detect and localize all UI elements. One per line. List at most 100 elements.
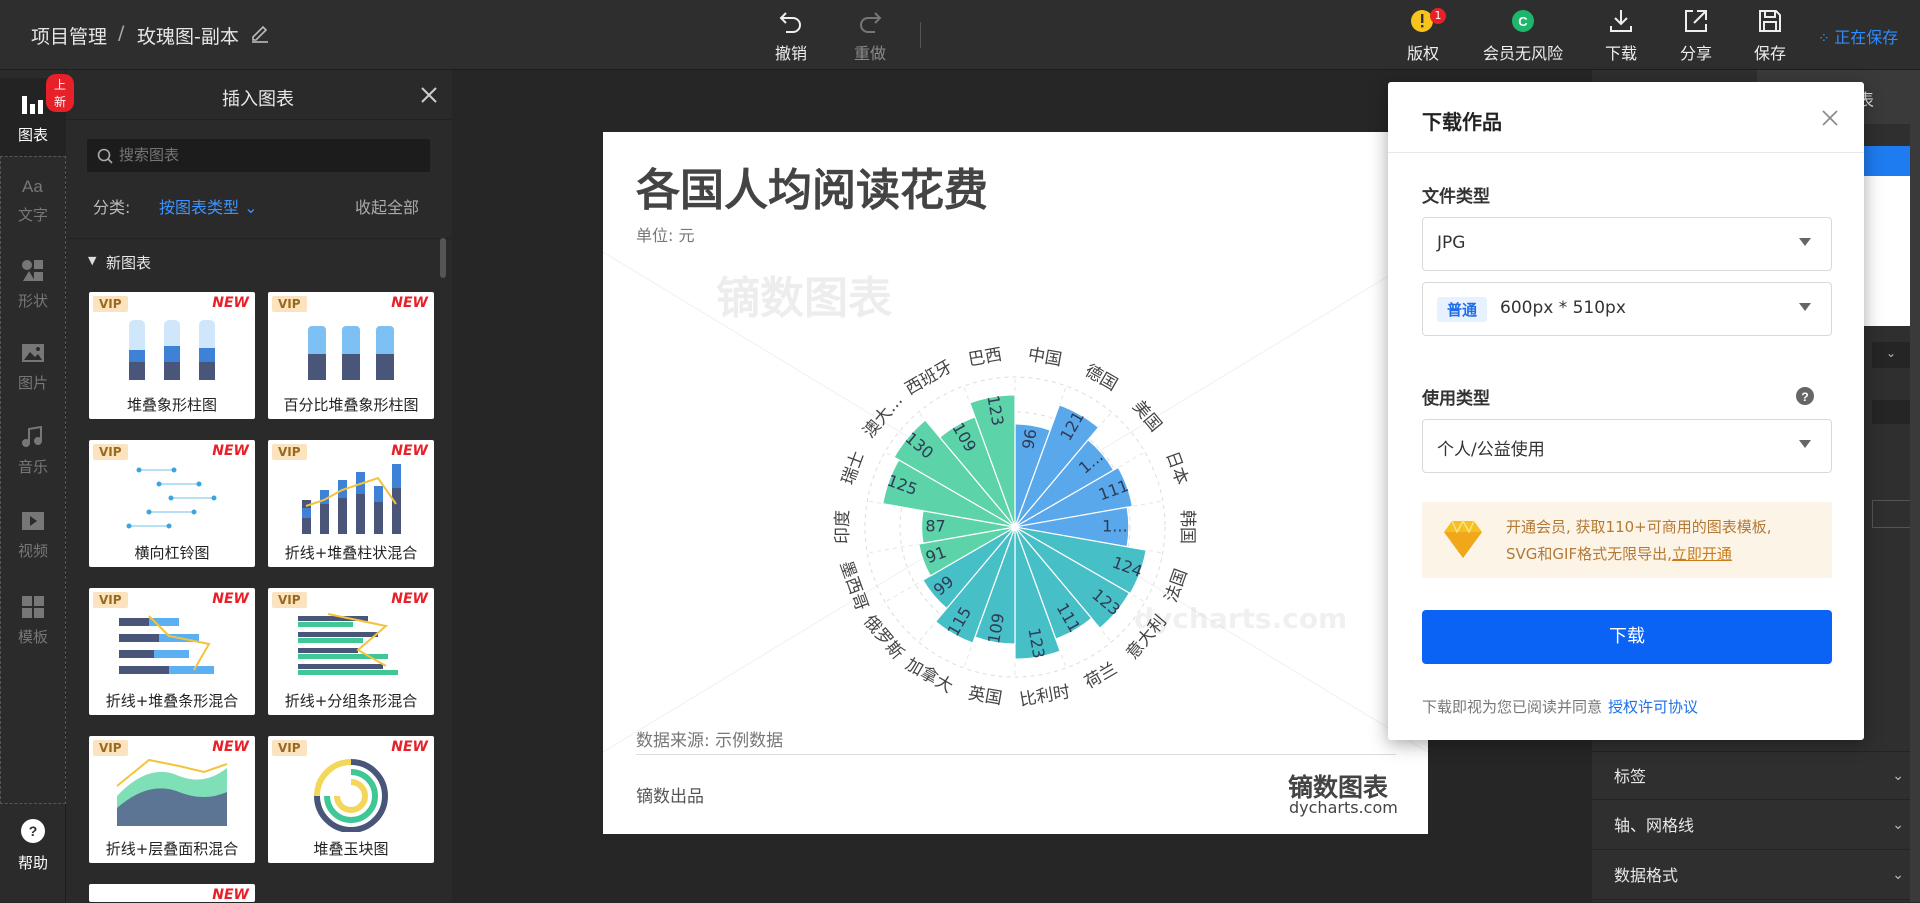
spinner-icon: ⁘	[1818, 31, 1835, 47]
section-labels[interactable]: 标签 ⌄	[1592, 751, 1920, 800]
chevron-down-icon: ⌄	[1886, 346, 1897, 360]
chart-source: 数据来源: 示例数据	[636, 731, 784, 751]
share-label: 分享	[1679, 44, 1712, 63]
chevron-down-icon: ⌄	[1892, 768, 1904, 784]
chart-card[interactable]: VIP NEW 百分比堆叠象形柱图	[268, 292, 434, 419]
download-icon	[1610, 10, 1632, 32]
vip-tag: VIP	[272, 444, 307, 460]
copyright-button[interactable]: 1 版权	[1388, 8, 1458, 66]
chart-unit: 单位: 元	[636, 226, 695, 245]
category-label: 澳大...	[859, 391, 907, 442]
member-c-icon: C	[1512, 10, 1534, 32]
doc-title[interactable]: 玫瑰图-副本	[137, 22, 239, 49]
save-button[interactable]: 保存	[1735, 8, 1805, 66]
chart-card[interactable]: VIP NEW 折线+分组条形混合	[268, 588, 434, 715]
download-button[interactable]: 下载	[1422, 610, 1832, 664]
chart-artboard[interactable]: 96 121 1... 111 1... 124 123 111 123 109 115 99 91 87…	[603, 132, 1428, 834]
card-title: 折线+分组条形混合	[284, 692, 418, 710]
redo-label: 重做	[853, 44, 886, 63]
panel-title: 插入图表	[222, 89, 294, 110]
download-top-button[interactable]: 下载	[1586, 8, 1656, 66]
svg-text:?: ?	[1801, 390, 1808, 404]
video-icon	[22, 512, 44, 530]
category-label: 荷兰	[1081, 659, 1120, 693]
collapse-all-link[interactable]: 收起全部	[355, 194, 419, 218]
chart-producer: 镝数出品	[636, 787, 704, 807]
chart-card[interactable]: VIP NEW 堆叠玉块图	[268, 736, 434, 863]
undo-button[interactable]: 撤销	[756, 8, 826, 66]
new-tag: NEW	[391, 443, 428, 459]
diamond-icon	[1444, 519, 1482, 558]
text-icon: Aa	[22, 177, 43, 196]
right-scrollbar[interactable]	[1910, 70, 1920, 902]
edit-pencil-icon[interactable]	[250, 24, 270, 44]
card-title: 堆叠象形柱图	[126, 396, 217, 414]
nav-image[interactable]: 图片	[0, 342, 66, 420]
download-top-label: 下载	[1604, 44, 1637, 63]
share-icon	[1685, 10, 1707, 32]
category-dropdown[interactable]: 按图表类型 ⌄	[159, 194, 258, 218]
agreement-prefix: 下载即视为您已阅读并同意	[1422, 698, 1603, 716]
select-edge[interactable]: ⌄	[1872, 342, 1912, 368]
size-value: 600px * 510px	[1500, 298, 1626, 318]
shape-icon	[22, 260, 43, 281]
nav-video[interactable]: 视频	[0, 510, 66, 588]
help-icon[interactable]: ?	[1795, 386, 1815, 406]
copyright-label: 版权	[1406, 44, 1439, 63]
new-tag: NEW	[391, 591, 428, 607]
license-link[interactable]: 授权许可协议	[1608, 698, 1698, 716]
nav-template[interactable]: 模板	[0, 594, 66, 672]
help-icon: ?	[21, 819, 45, 843]
copyright-badge: 1	[1430, 8, 1446, 24]
search-box[interactable]	[87, 139, 430, 172]
file-type-label: 文件类型	[1422, 187, 1490, 207]
chart-card[interactable]: VIP NEW 折线+堆叠条形混合	[89, 588, 255, 715]
section-data-format[interactable]: 数据格式 ⌄	[1592, 851, 1920, 900]
section-axis-grid[interactable]: 轴、网格线 ⌄	[1592, 801, 1920, 850]
caret-down-icon[interactable]: ▼	[88, 254, 96, 267]
close-icon[interactable]	[420, 86, 438, 104]
nav-help[interactable]: ? 帮助	[0, 818, 66, 896]
usage-select[interactable]: 个人/公益使用	[1422, 419, 1832, 473]
card-title: 折线+层叠面积混合	[105, 840, 239, 858]
new-tag: NEW	[212, 295, 249, 311]
insert-chart-panel: 插入图表 分类: 按图表类型 ⌄ 收起全部 ▼ 新图表 VIP NEW 堆叠象形柱…	[66, 70, 452, 903]
saving-status: ⁘ 正在保存	[1818, 24, 1898, 48]
file-type-select[interactable]: JPG	[1422, 217, 1832, 271]
card-title: 折线+堆叠柱状混合	[284, 544, 418, 562]
chart-card[interactable]: VIP NEW 堆叠象形柱图	[89, 292, 255, 419]
nav-music[interactable]: 音乐	[0, 425, 66, 504]
chart-card[interactable]: VIP NEW 横向杠铃图	[89, 440, 255, 567]
member-button[interactable]: C 会员无风险	[1477, 8, 1569, 66]
chevron-down-icon: ⌄	[1892, 867, 1904, 883]
value-label: 1...	[1102, 517, 1127, 536]
nav-text[interactable]: Aa 文字	[0, 174, 66, 252]
new-tag: NEW	[391, 739, 428, 755]
size-select[interactable]: 普通 600px * 510px	[1422, 282, 1832, 336]
breadcrumb-root[interactable]: 项目管理	[31, 22, 107, 49]
new-tag: NEW	[212, 887, 249, 903]
chart-card[interactable]: VIP NEW 折线+层叠面积混合	[89, 736, 255, 863]
card-title: 折线+堆叠条形混合	[105, 692, 239, 710]
share-button[interactable]: 分享	[1661, 8, 1731, 66]
chart-card-partial[interactable]: NEW	[89, 884, 255, 903]
size-tag: 普通	[1437, 297, 1488, 322]
redo-button[interactable]: 重做	[835, 8, 905, 66]
promo-link[interactable]: 立即开通	[1672, 545, 1732, 563]
field-edge[interactable]	[1872, 500, 1912, 528]
section-new-charts[interactable]: 新图表	[106, 252, 151, 273]
new-badge: 上新	[46, 74, 75, 112]
toolbar-divider	[920, 22, 921, 48]
nav-shape[interactable]: 形状	[0, 258, 66, 336]
category-label: 日本	[1161, 449, 1191, 488]
close-icon[interactable]	[1822, 110, 1838, 126]
caret-down-icon	[1799, 238, 1811, 246]
redo-icon	[860, 12, 882, 33]
search-input[interactable]	[119, 143, 419, 167]
card-title: 百分比堆叠象形柱图	[283, 396, 419, 414]
horizontal-dumbbell-thumb	[126, 467, 217, 529]
panel-scrollbar[interactable]	[440, 238, 446, 278]
panel-header: 插入图表	[66, 70, 452, 120]
chart-card[interactable]: VIP NEW 折线+堆叠柱状混合	[268, 440, 434, 567]
field-edge[interactable]	[1872, 400, 1912, 424]
